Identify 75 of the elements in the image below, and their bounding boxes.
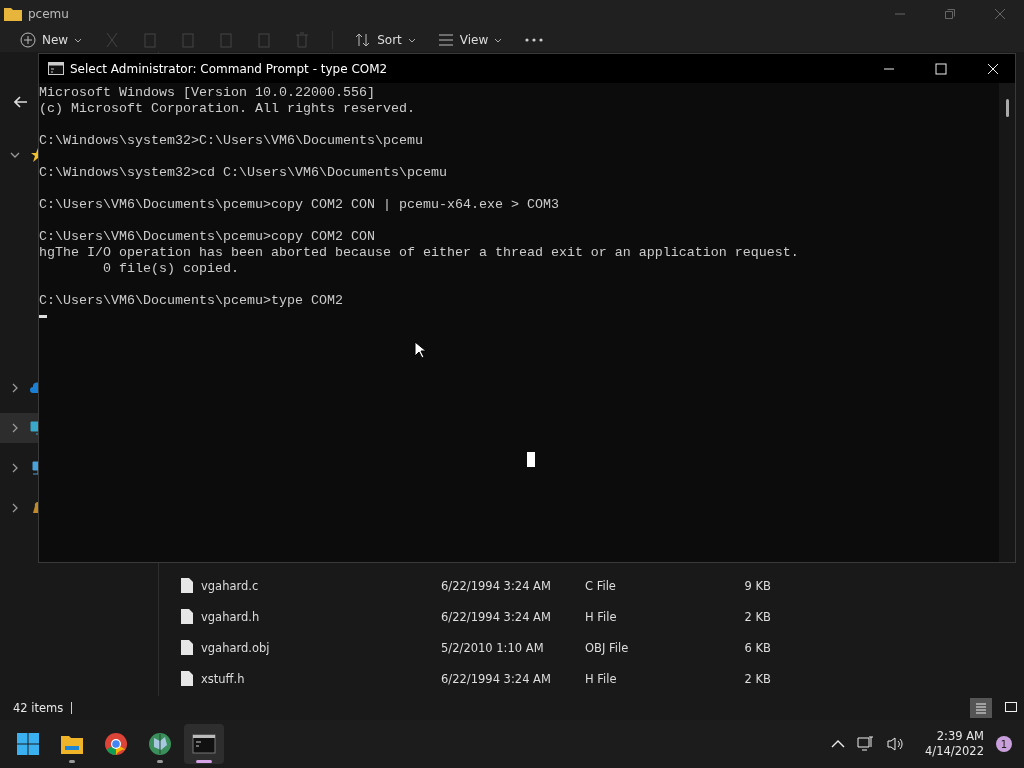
file-name[interactable]: vgahard.h <box>201 609 441 624</box>
console-line: C:\Users\VM6\Documents\pcemu>copy COM2 CON | pcemu-x64.exe > COM3 <box>39 197 559 212</box>
file-icon <box>181 609 193 624</box>
view-button[interactable]: View <box>437 32 503 48</box>
file-name[interactable]: xstuff.h <box>201 671 441 686</box>
windows-logo-icon <box>16 732 40 756</box>
chevron-icon[interactable] <box>10 383 20 393</box>
chevron-icon[interactable] <box>10 423 20 433</box>
back-arrow-icon[interactable] <box>14 96 28 108</box>
mouse-pointer-icon <box>414 341 426 359</box>
file-type: OBJ File <box>585 640 630 655</box>
text-cursor <box>39 315 47 318</box>
network-icon <box>30 460 38 476</box>
window-title: pcemu <box>28 7 69 21</box>
globe-icon <box>148 732 172 756</box>
scrollbar-thumb[interactable] <box>1005 99 1009 117</box>
notification-badge[interactable]: 1 <box>996 736 1012 752</box>
console-line: C:\Windows\system32>C:\Users\VM6\Documents\pcemu <box>39 133 423 148</box>
caret-icon <box>407 37 416 43</box>
chevron-icon[interactable] <box>10 503 20 513</box>
file-size: 6 KB <box>743 640 771 655</box>
file-date: 5/2/2010 1:10 AM <box>441 640 545 655</box>
network-icon[interactable] <box>857 736 876 752</box>
caret-icon <box>74 37 83 43</box>
file-icon <box>181 578 193 593</box>
monitor-icon <box>30 420 38 436</box>
browser-icon <box>104 732 128 756</box>
cloud-icon <box>30 380 38 396</box>
terminal-icon <box>48 62 64 75</box>
file-type: H File <box>585 671 618 686</box>
file-icon <box>181 640 193 655</box>
console-line: C:\Windows\system32>cd C:\Users\VM6\Documents\pcemu <box>39 165 447 180</box>
folder-icon <box>4 7 22 21</box>
file-name[interactable]: vgahard.c <box>201 578 441 593</box>
list-icon <box>974 701 988 715</box>
sort-button[interactable]: Sort <box>355 32 416 48</box>
console-line: 0 file(s) copied. <box>102 261 239 276</box>
lines-icon <box>437 32 454 48</box>
file-date: 6/22/1994 3:24 AM <box>441 578 552 593</box>
chevron-icon[interactable] <box>10 463 20 473</box>
new-button[interactable]: New <box>20 32 83 48</box>
console-line: Microsoft Windows [Version 10.0.22000.556] <box>39 85 375 100</box>
maximize-icon[interactable] <box>935 62 947 75</box>
block-cursor <box>527 452 535 467</box>
sort-arrows-icon <box>355 32 372 48</box>
console-line: hgThe I/O operation has been aborted because of either a thread exit or an application request. <box>39 245 799 260</box>
chevron-up-icon[interactable] <box>831 739 846 749</box>
volume-icon[interactable] <box>887 736 906 752</box>
plus-icon <box>20 32 36 48</box>
clock-time[interactable]: 2:39 AM <box>936 729 984 744</box>
item-count: 42 items <box>13 701 64 715</box>
nav-item[interactable] <box>0 413 38 443</box>
terminal-app-button[interactable] <box>184 724 224 764</box>
file-size: 2 KB <box>743 609 771 624</box>
terminal-icon <box>192 732 216 756</box>
file-size: 2 KB <box>743 671 771 686</box>
file-icon <box>181 671 193 686</box>
file-size: 9 KB <box>743 578 771 593</box>
caret-icon <box>494 37 503 43</box>
console-line: (c) Microsoft Corporation. All rights reserved. <box>39 101 415 116</box>
file-name[interactable]: vgahard.obj <box>201 640 441 655</box>
console-title: Select Administrator: Command Prompt - type COM2 <box>70 61 388 76</box>
console-line: C:\Users\VM6\Documents\pcemu>type COM2 <box>39 293 343 308</box>
chevron-icon[interactable] <box>10 150 20 160</box>
file-type: H File <box>585 609 618 624</box>
file-date: 6/22/1994 3:24 AM <box>441 671 552 686</box>
star-icon <box>30 147 38 163</box>
window-icon <box>1004 701 1018 715</box>
details-view-button[interactable] <box>970 698 992 718</box>
file-date: 6/22/1994 3:24 AM <box>441 609 552 624</box>
more-icon[interactable] <box>524 37 545 43</box>
file-type: C File <box>585 578 617 593</box>
restore-icon[interactable] <box>944 8 956 20</box>
console-line: C:\Users\VM6\Documents\pcemu>copy COM2 CON <box>39 229 375 244</box>
clock-date[interactable]: 4/14/2022 <box>925 744 984 759</box>
